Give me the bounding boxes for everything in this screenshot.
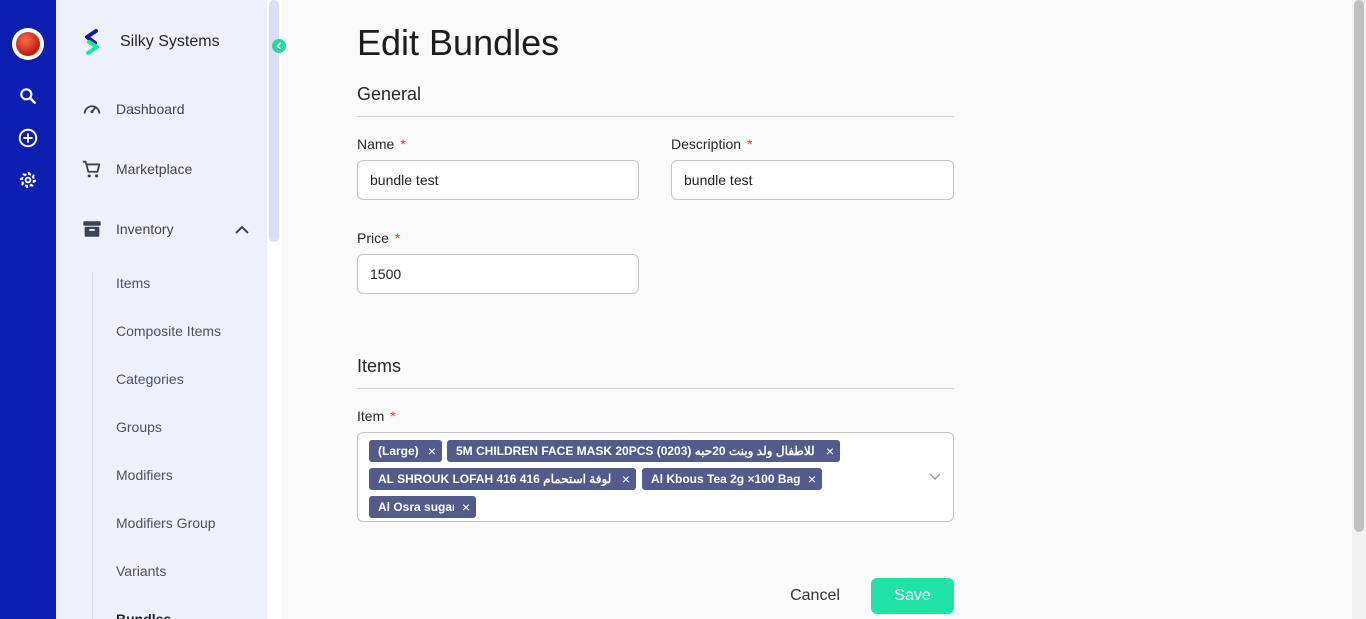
page-title: Edit Bundles [357, 22, 560, 63]
remove-chip-icon[interactable]: × [822, 443, 838, 459]
chevron-left-icon [276, 42, 282, 50]
save-button[interactable]: Save [871, 578, 954, 614]
section-general-title: General [357, 84, 422, 104]
sidebar-scrollbar-thumb[interactable] [269, 0, 279, 242]
price-input[interactable] [357, 254, 639, 294]
sidebar-item-composite-items[interactable]: Composite Items [116, 323, 221, 339]
cart-icon [80, 157, 104, 181]
tree-line [92, 272, 93, 619]
chevron-down-icon[interactable] [928, 469, 942, 483]
name-label: Name * [357, 136, 406, 152]
sidebar-item-bundles[interactable]: Bundles [116, 611, 171, 619]
remove-chip-icon[interactable]: × [424, 443, 440, 459]
divider [357, 116, 954, 117]
item-chip: 5M CHILDREN FACE MASK 20PCS (0203) قناع … [447, 440, 840, 462]
description-input[interactable] [671, 160, 954, 200]
apple-logo-icon [16, 32, 40, 56]
sidebar-item-modifiers-group[interactable]: Modifiers Group [116, 515, 216, 531]
search-icon[interactable] [16, 84, 40, 108]
price-label-text: Price [357, 230, 389, 246]
sidebar: Silky Systems Dashboard Marketplace Inve… [56, 0, 267, 619]
icon-rail [0, 0, 56, 619]
collapse-sidebar-button[interactable] [272, 39, 286, 53]
item-label-text: Item [357, 408, 385, 424]
item-chip-label: AL SHROUK LOFAH 416 416 الشروق لوفة استح… [378, 472, 614, 486]
required-marker: * [390, 408, 396, 424]
sidebar-item-items[interactable]: Items [116, 275, 150, 291]
nav-dashboard-label: Dashboard [116, 101, 185, 117]
archive-icon [80, 217, 104, 241]
silky-logo-icon [85, 29, 99, 55]
sidebar-item-categories[interactable]: Categories [116, 371, 184, 387]
name-input[interactable] [357, 160, 639, 200]
item-chip-label: Al Kbous Tea 2g ×100 Bags [651, 472, 800, 486]
page-scrollbar-thumb[interactable] [1354, 0, 1364, 532]
brand[interactable]: Silky Systems [80, 28, 220, 56]
nav-marketplace-label: Marketplace [116, 161, 193, 177]
section-items-title: Items [357, 356, 402, 376]
avatar[interactable] [12, 28, 44, 60]
add-circle-icon[interactable] [16, 126, 40, 150]
required-marker: * [747, 136, 753, 152]
item-multiselect[interactable]: (Large) × 5M CHILDREN FACE MASK 20PCS (0… [357, 432, 954, 522]
cancel-button[interactable]: Cancel [777, 578, 853, 614]
required-marker: * [394, 230, 401, 246]
brand-name: Silky Systems [120, 33, 220, 50]
name-label-text: Name [357, 136, 395, 152]
speedometer-icon [80, 97, 104, 121]
nav-inventory[interactable]: Inventory [80, 217, 174, 241]
sidebar-item-variants[interactable]: Variants [116, 563, 166, 579]
description-label-text: Description [671, 136, 742, 152]
nav-dashboard[interactable]: Dashboard [80, 97, 185, 121]
gear-icon[interactable] [16, 168, 40, 192]
sidebar-item-modifiers[interactable]: Modifiers [116, 467, 173, 483]
item-chip: Al Osra sugar × [369, 496, 476, 518]
remove-chip-icon[interactable]: × [618, 471, 634, 487]
remove-chip-icon[interactable]: × [804, 471, 820, 487]
item-chip-label: Al Osra sugar [378, 500, 454, 514]
nav-inventory-label: Inventory [116, 221, 174, 237]
item-chip-label: 5M CHILDREN FACE MASK 20PCS (0203) قناع … [456, 444, 818, 458]
chevron-up-icon[interactable] [232, 220, 252, 240]
remove-chip-icon[interactable]: × [458, 499, 474, 515]
page-scrollbar-track[interactable] [1352, 0, 1366, 619]
nav-marketplace[interactable]: Marketplace [80, 157, 192, 181]
description-label: Description * [671, 136, 752, 152]
item-chip: Al Kbous Tea 2g ×100 Bags × [642, 468, 822, 490]
price-label: Price * [357, 230, 400, 246]
item-chip: AL SHROUK LOFAH 416 416 الشروق لوفة استح… [369, 468, 636, 490]
divider [357, 388, 954, 389]
sidebar-item-groups[interactable]: Groups [116, 419, 162, 435]
item-chip-label: (Large) [378, 444, 419, 458]
required-marker: * [400, 136, 406, 152]
item-chip: (Large) × [369, 440, 442, 462]
item-label: Item * [357, 408, 396, 424]
